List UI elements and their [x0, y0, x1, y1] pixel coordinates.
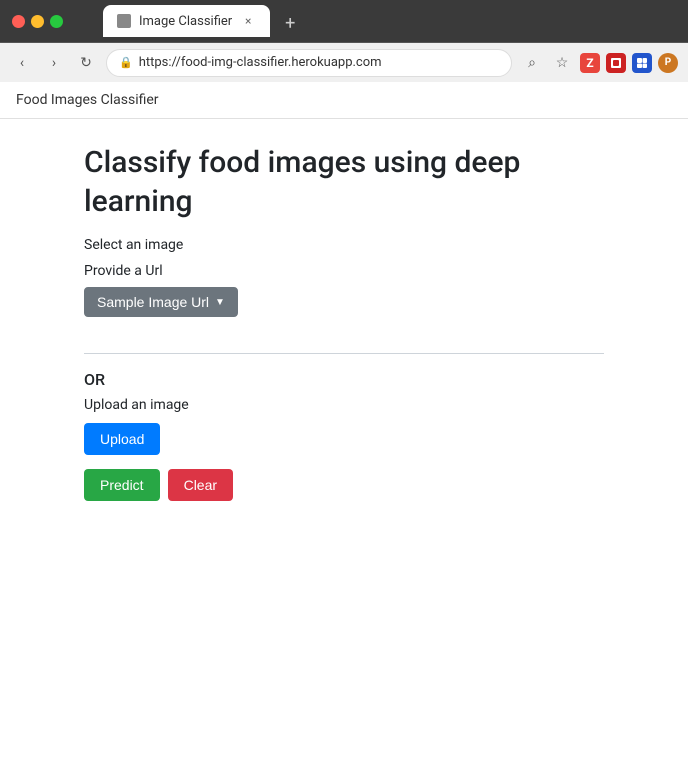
extension-icon-2[interactable]	[606, 53, 626, 73]
page-main: Classify food images using deep learning…	[0, 119, 688, 525]
provide-url-label: Provide a Url	[84, 263, 604, 279]
search-icon[interactable]: ⌕	[520, 51, 544, 75]
select-image-label: Select an image	[84, 237, 604, 253]
page-header-title: Food Images Classifier	[16, 92, 159, 108]
extension-icon-3[interactable]	[632, 53, 652, 73]
extension-icon-4[interactable]: P	[658, 53, 678, 73]
minimize-traffic-light[interactable]	[31, 15, 44, 28]
toolbar-icons: ⌕ ☆ Z P	[520, 51, 678, 75]
url-text: https://food-img-classifier.herokuapp.co…	[139, 55, 382, 70]
tab-favicon	[117, 14, 131, 28]
dropdown-label-text: Sample Image Url	[97, 294, 209, 310]
close-traffic-light[interactable]	[12, 15, 25, 28]
back-icon: ‹	[20, 55, 24, 71]
maximize-traffic-light[interactable]	[50, 15, 63, 28]
action-buttons: Predict Clear	[84, 469, 604, 501]
tab-close-button[interactable]: ×	[240, 13, 256, 29]
predict-button[interactable]: Predict	[84, 469, 160, 501]
sample-image-url-dropdown[interactable]: Sample Image Url ▼	[84, 287, 238, 317]
dropdown-caret-icon: ▼	[215, 297, 225, 308]
refresh-icon: ↻	[80, 55, 92, 71]
back-button[interactable]: ‹	[10, 51, 34, 75]
address-bar-row: ‹ › ↻ 🔒 https://food-img-classifier.hero…	[0, 42, 688, 82]
upload-label: Upload an image	[84, 397, 604, 413]
tab-label: Image Classifier	[139, 14, 232, 29]
title-bar: Image Classifier × +	[0, 0, 688, 42]
page-header: Food Images Classifier	[0, 82, 688, 119]
page-title: Classify food images using deep learning	[84, 143, 604, 221]
url-input-row	[84, 325, 604, 354]
traffic-lights	[12, 15, 63, 28]
clear-button[interactable]: Clear	[168, 469, 233, 501]
page-content: Food Images Classifier Classify food ima…	[0, 82, 688, 778]
address-field[interactable]: 🔒 https://food-img-classifier.herokuapp.…	[106, 49, 512, 77]
bookmark-icon[interactable]: ☆	[550, 51, 574, 75]
refresh-button[interactable]: ↻	[74, 51, 98, 75]
extension-icon-1[interactable]: Z	[580, 53, 600, 73]
active-tab[interactable]: Image Classifier ×	[103, 5, 270, 37]
tab-bar: Image Classifier × +	[91, 5, 316, 37]
url-input[interactable]	[84, 325, 604, 349]
or-divider: OR	[84, 370, 604, 389]
forward-button[interactable]: ›	[42, 51, 66, 75]
forward-icon: ›	[52, 55, 56, 71]
lock-icon: 🔒	[119, 56, 133, 69]
upload-button[interactable]: Upload	[84, 423, 160, 455]
new-tab-button[interactable]: +	[276, 9, 304, 37]
browser-chrome: Image Classifier × + ‹ › ↻ 🔒 https://foo…	[0, 0, 688, 82]
